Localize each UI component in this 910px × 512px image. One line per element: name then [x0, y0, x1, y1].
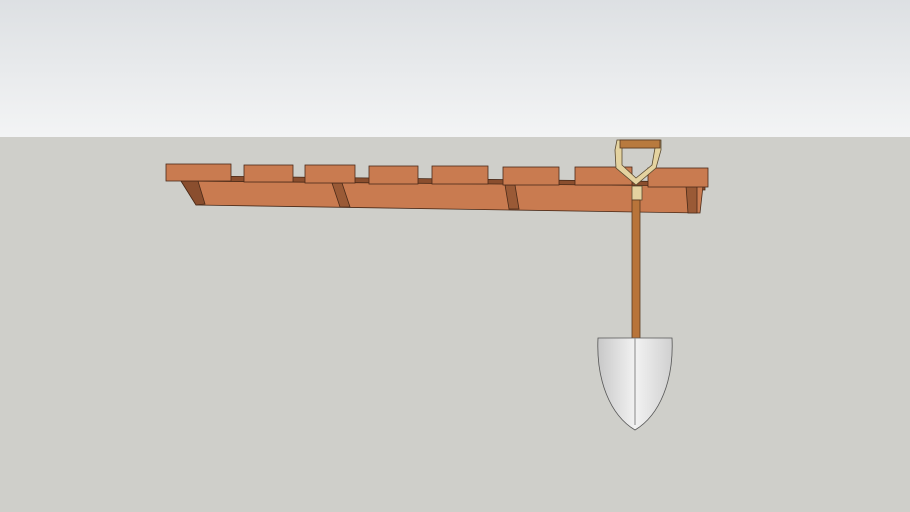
- rack-block: [165, 163, 232, 182]
- rack-block: [502, 166, 560, 186]
- 3d-viewport[interactable]: [0, 0, 910, 512]
- rack-block: [304, 164, 356, 184]
- sky: [0, 0, 910, 137]
- rack-block: [368, 165, 419, 185]
- rack-block: [243, 164, 294, 183]
- shovel-grip-bar: [619, 139, 661, 149]
- shovel-shaft: [631, 199, 641, 341]
- rack-block: [431, 165, 489, 185]
- rack-bracket: [685, 185, 698, 214]
- rack-block: [647, 167, 709, 188]
- shovel-ferrule: [631, 185, 643, 201]
